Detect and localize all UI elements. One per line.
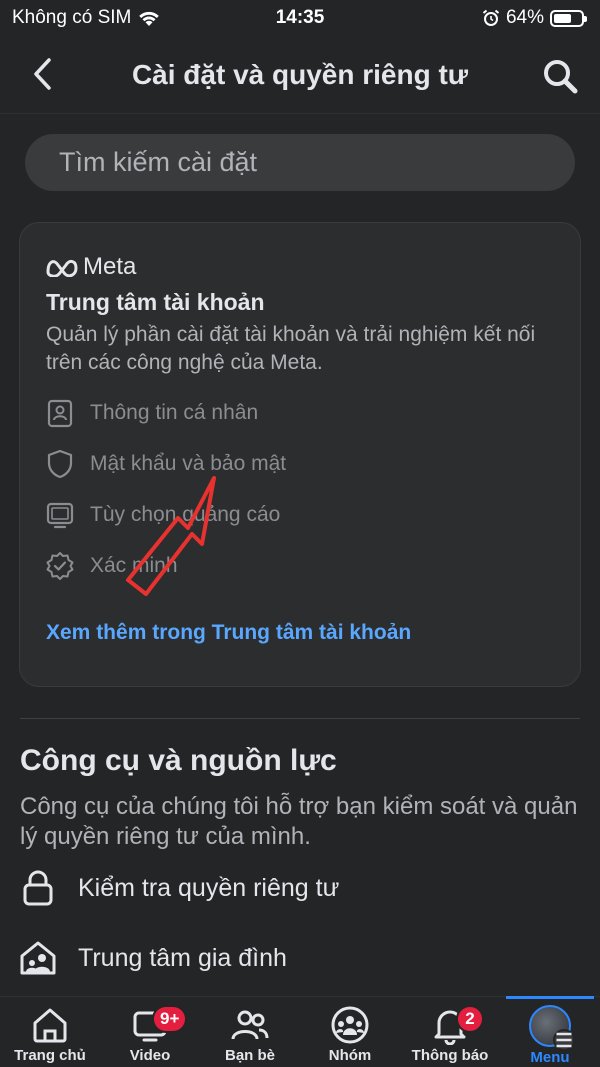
tab-label: Bạn bè (224, 1047, 275, 1064)
nav-bar: Cài đặt và quyền riêng tư (0, 36, 600, 114)
tool-item-label: Trung tâm gia đình (78, 943, 287, 972)
tab-notifications[interactable]: 2 Thông báo (400, 997, 500, 1067)
family-home-icon (20, 941, 56, 975)
account-item-label: Tùy chọn quảng cáo (90, 503, 281, 526)
settings-search-input[interactable] (25, 134, 575, 191)
tab-label: Nhóm (328, 1047, 372, 1064)
lock-icon (23, 870, 53, 906)
meta-logo: Meta (45, 253, 136, 281)
chevron-left-icon (34, 58, 51, 90)
tab-menu[interactable]: Menu (500, 996, 600, 1067)
groups-icon (331, 1006, 369, 1044)
tab-home[interactable]: Trang chủ (0, 997, 100, 1067)
tab-label: Thông báo (411, 1047, 489, 1064)
account-item-verification[interactable]: Xác minh (44, 546, 178, 586)
accounts-center-see-more-link[interactable]: Xem thêm trong Trung tâm tài khoản (46, 621, 411, 645)
back-button[interactable] (22, 54, 62, 94)
section-divider (20, 718, 580, 719)
status-right: 64% (482, 7, 587, 29)
meta-infinity-icon (46, 259, 78, 277)
video-badge: 9+ (152, 1005, 188, 1033)
account-item-password-security[interactable]: Mật khẩu và bảo mật (44, 444, 286, 484)
battery-icon (550, 9, 587, 27)
alarm-icon (482, 9, 500, 26)
home-icon (33, 1008, 67, 1043)
menu-lines-icon (553, 1029, 575, 1051)
accounts-center-title: Trung tâm tài khoản (46, 289, 265, 315)
tool-item-privacy-checkup[interactable]: Kiểm tra quyền riêng tư (18, 866, 339, 910)
search-button[interactable] (538, 54, 582, 98)
wifi-icon (139, 11, 160, 26)
tab-friends[interactable]: Bạn bè (200, 997, 300, 1067)
meta-brand-label: Meta (83, 253, 137, 280)
account-item-label: Mật khẩu và bảo mật (90, 452, 287, 475)
id-card-icon (47, 399, 73, 428)
bottom-tab-bar: Trang chủ 9+ Video Bạn bè Nhóm 2 Thông b… (0, 996, 600, 1067)
avatar (529, 1005, 575, 1051)
status-left: Không có SIM (12, 7, 161, 29)
notifications-badge: 2 (456, 1005, 484, 1033)
page-title: Cài đặt và quyền riêng tư (131, 58, 469, 90)
accounts-center-card[interactable]: Meta Trung tâm tài khoản Quản lý phần cà… (19, 222, 581, 687)
account-item-label: Xác minh (90, 554, 178, 577)
account-item-ad-preferences[interactable]: Tùy chọn quảng cáo (44, 495, 280, 535)
tool-item-label: Kiểm tra quyền riêng tư (78, 873, 340, 902)
tool-item-family-center[interactable]: Trung tâm gia đình (18, 936, 287, 980)
tab-label: Trang chủ (14, 1047, 86, 1064)
battery-percent: 64% (505, 7, 544, 28)
tab-groups[interactable]: Nhóm (300, 997, 400, 1067)
tools-section-description: Công cụ của chúng tôi hỗ trợ bạn kiểm so… (20, 793, 578, 850)
tools-section-title: Công cụ và nguồn lực (20, 744, 337, 777)
account-item-personal-info[interactable]: Thông tin cá nhân (44, 393, 258, 433)
status-bar: Không có SIM 14:35 64% (0, 0, 600, 36)
search-icon (544, 60, 578, 94)
account-item-label: Thông tin cá nhân (90, 401, 259, 424)
carrier-label: Không có SIM (12, 7, 132, 28)
tab-label: Video (129, 1047, 171, 1064)
tab-video[interactable]: 9+ Video (100, 997, 200, 1067)
monitor-icon (46, 502, 74, 529)
verified-badge-icon (46, 552, 74, 580)
friends-icon (231, 1010, 269, 1040)
shield-icon (47, 449, 73, 479)
accounts-center-description: Quản lý phần cài đặt tài khoản và trải n… (46, 323, 536, 374)
